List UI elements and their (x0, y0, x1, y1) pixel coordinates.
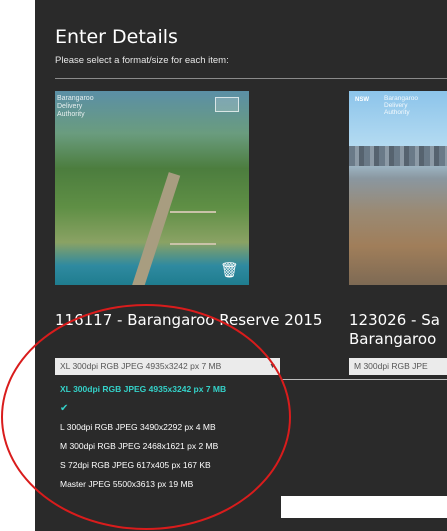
caret-down-icon: ▼ (269, 363, 276, 370)
check-icon: ✔ (60, 403, 69, 414)
trash-icon[interactable]: 🗑 (220, 261, 239, 279)
format-dropdown-menu: XL 300dpi RGB JPEG 4935x3242 px 7 MB ✔ L… (55, 380, 280, 494)
select-value: XL 300dpi RGB JPEG 4935x3242 px 7 MB (60, 361, 222, 371)
format-option-xl[interactable]: XL 300dpi RGB JPEG 4935x3242 px 7 MB (55, 380, 280, 399)
nsw-logo: NSW (355, 97, 369, 103)
item-1-title: 116117 - Barangaroo Reserve 2015 (55, 311, 323, 329)
format-option-l[interactable]: L 300dpi RGB JPEG 3490x2292 px 4 MB (55, 418, 280, 437)
details-panel: Enter Details Please select a format/siz… (35, 0, 447, 531)
item-1-format-select[interactable]: XL 300dpi RGB JPEG 4935x3242 px 7 MB ▼ (55, 358, 280, 375)
thumbnail-watermark: Barangaroo Delivery Authority (384, 95, 418, 116)
text-input[interactable] (281, 496, 447, 518)
thumbnail-skyline (349, 146, 447, 166)
thumbnail-watermark: Barangaroo Delivery Authority (57, 95, 94, 118)
item-1-thumbnail: Barangaroo Delivery Authority 🗑 (55, 91, 249, 285)
select-value: M 300dpi RGB JPE (354, 361, 428, 371)
format-option-m[interactable]: M 300dpi RGB JPEG 2468x1621 px 2 MB (55, 437, 280, 456)
page-title: Enter Details (55, 26, 178, 48)
thumbnail-badge (215, 97, 239, 112)
thumbnail-ramp (170, 211, 216, 245)
field-divider (281, 379, 447, 380)
item-2-title-line1: 123026 - Sa (349, 311, 440, 329)
format-option-s[interactable]: S 72dpi RGB JPEG 617x405 px 167 KB (55, 456, 280, 475)
item-2-title-line2: Barangaroo (349, 330, 437, 348)
header-divider (55, 78, 447, 79)
page-subtitle: Please select a format/size for each ite… (55, 55, 229, 66)
item-2-thumbnail: NSW Barangaroo Delivery Authority (349, 91, 447, 285)
format-option-master[interactable]: Master JPEG 5500x3613 px 19 MB (55, 475, 280, 494)
item-2-format-select[interactable]: M 300dpi RGB JPE (349, 358, 447, 375)
